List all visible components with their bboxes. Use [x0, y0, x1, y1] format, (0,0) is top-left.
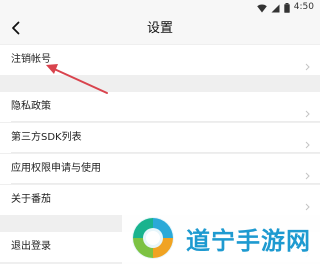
watermark: 道宁手游网: [122, 212, 320, 264]
watermark-text: 道宁手游网: [186, 226, 311, 255]
watermark-logo-icon: [130, 215, 176, 261]
